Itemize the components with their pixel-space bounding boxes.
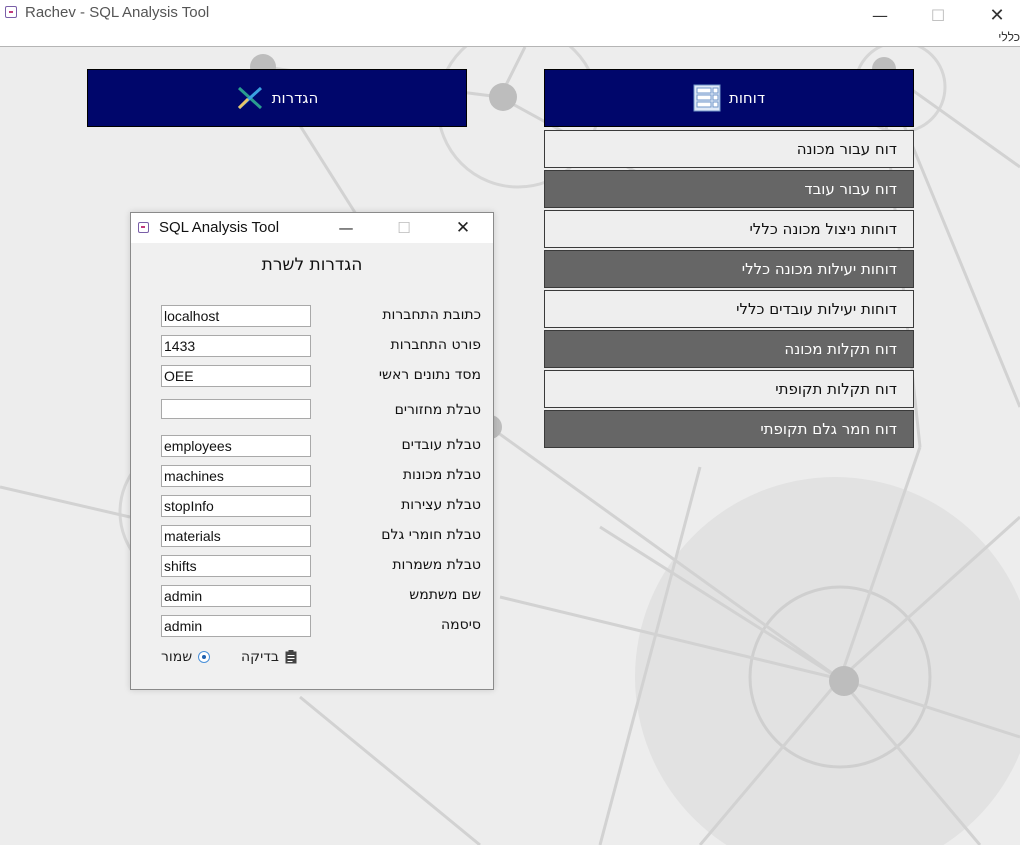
server-settings-dialog: SQL Analysis Tool — ☐ ✕ הגדרות לשרת כתוב… [130,212,494,690]
window-titlebar: Rachev - SQL Analysis Tool — ☐ ✕ [0,0,1020,30]
report-item-periodic-faults[interactable]: דוח תקלות תקופתי [544,370,914,408]
password-field[interactable] [161,615,311,637]
close-button[interactable]: ✕ [974,0,1020,30]
dialog-maximize-button[interactable]: ☐ [380,213,428,243]
field-label-employees-table: טבלת עובדים [401,437,481,453]
report-grid-icon [693,84,721,112]
settings-button-label: הגדרות [271,89,319,107]
stops-table-field[interactable] [161,495,311,517]
settings-button[interactable]: הגדרות [87,69,467,127]
test-label: בדיקה [241,649,279,665]
username-field[interactable] [161,585,311,607]
dialog-close-button[interactable]: ✕ [439,213,487,243]
machines-table-field[interactable] [161,465,311,487]
save-radio-icon[interactable] [198,651,211,663]
field-label-database: מסד נתונים ראשי [378,367,481,383]
field-label-username: שם משתמש [409,587,481,603]
report-item-periodic-materials[interactable]: דוח חמר גלם תקופתי [544,410,914,448]
minimize-button[interactable]: — [857,0,903,30]
clipboard-icon [285,650,297,664]
report-item-employee[interactable]: דוח עבור עובד [544,170,914,208]
dialog-minimize-button[interactable]: — [322,213,370,243]
dialog-heading: הגדרות לשרת [261,255,363,275]
host-field[interactable] [161,305,311,327]
app-icon [5,6,17,18]
cycles-table-field[interactable] [161,399,311,419]
field-label-password: סיסמה [441,617,481,633]
field-label-host: כתובת התחברות [382,307,481,323]
save-option[interactable]: שמור [161,649,211,665]
report-item-machine-utilization[interactable]: דוחות ניצול מכונה כללי [544,210,914,248]
report-item-machine-efficiency[interactable]: דוחות יעילות מכונה כללי [544,250,914,288]
menubar: כללי [0,30,1020,47]
reports-button-label: דוחות [728,89,766,107]
settings-x-icon [236,85,264,111]
shifts-table-field[interactable] [161,555,311,577]
database-field[interactable] [161,365,311,387]
window-title: Rachev - SQL Analysis Tool [25,4,210,21]
reports-button[interactable]: דוחות [544,69,914,127]
test-button[interactable]: בדיקה [241,649,297,665]
field-label-cycles-table: טבלת מחזורים [394,402,481,418]
dialog-title: SQL Analysis Tool [159,219,280,236]
menu-item-general[interactable]: כללי [998,30,1020,44]
field-label-port: פורט התחברות [390,337,482,353]
report-item-employee-efficiency[interactable]: דוחות יעילות עובדים כללי [544,290,914,328]
report-item-machine[interactable]: דוח עבור מכונה [544,130,914,168]
port-field[interactable] [161,335,311,357]
report-item-machine-faults[interactable]: דוח תקלות מכונה [544,330,914,368]
maximize-button[interactable]: ☐ [915,0,961,30]
save-label: שמור [161,649,193,665]
materials-table-field[interactable] [161,525,311,547]
dialog-app-icon [138,222,149,233]
field-label-machines-table: טבלת מכונות [402,467,481,483]
field-label-stops-table: טבלת עצירות [401,497,481,513]
field-label-materials-table: טבלת חומרי גלם [381,527,481,543]
employees-table-field[interactable] [161,435,311,457]
field-label-shifts-table: טבלת משמרות [392,557,481,573]
dialog-titlebar: SQL Analysis Tool — ☐ ✕ [131,213,493,243]
